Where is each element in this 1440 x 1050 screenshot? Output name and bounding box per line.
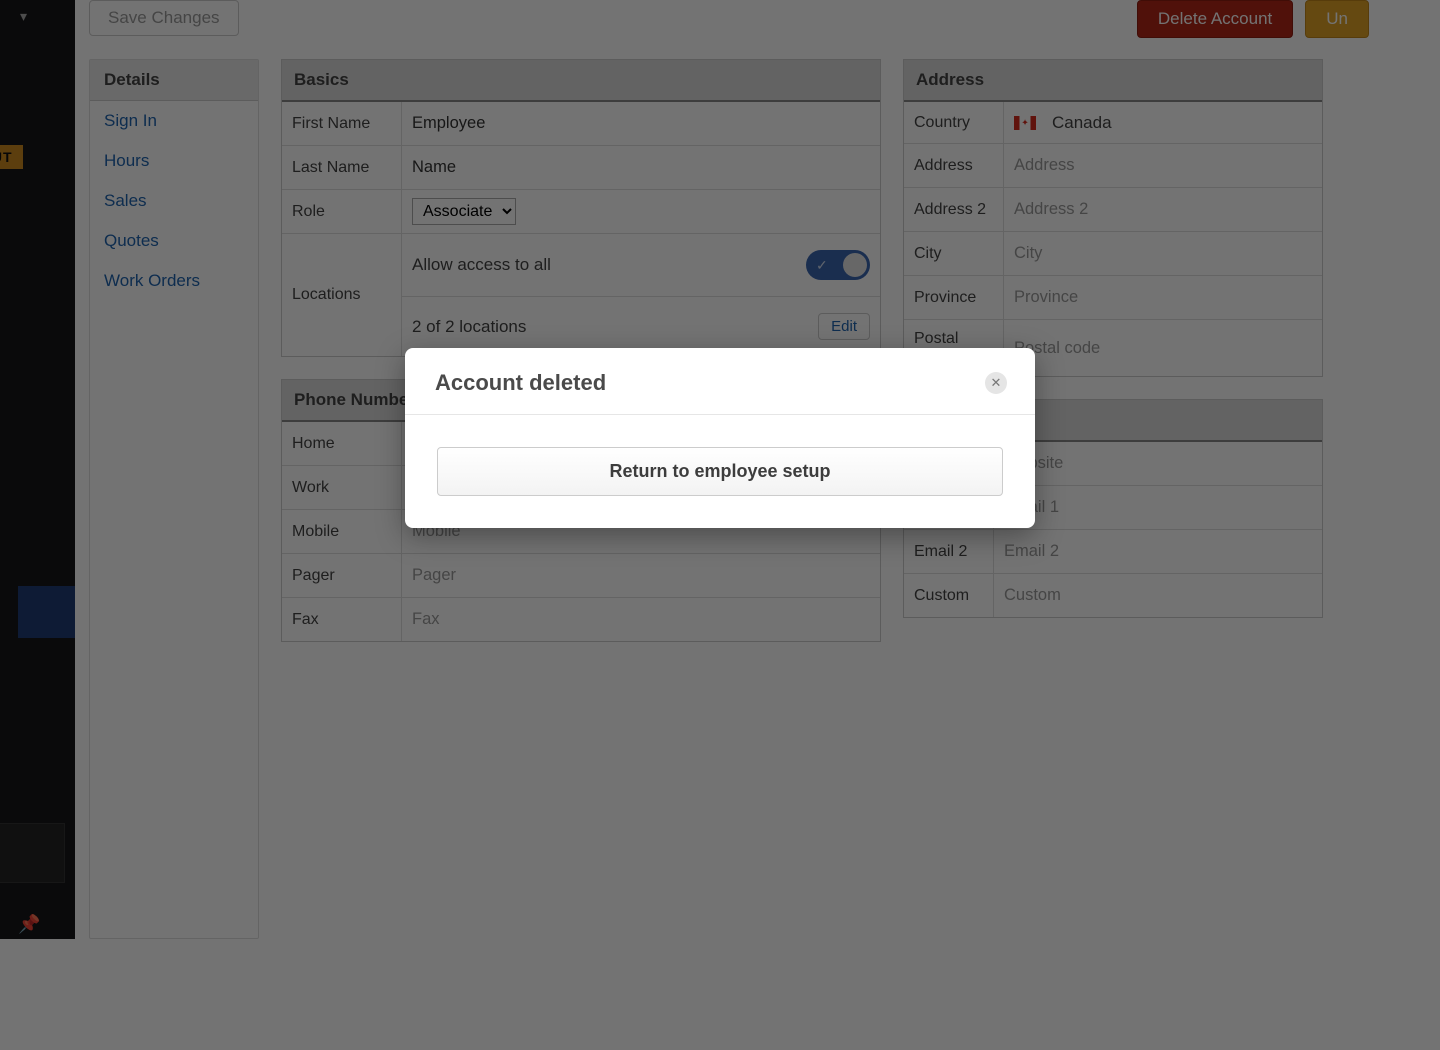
account-deleted-modal: Account deleted ✕ Return to employee set…	[405, 348, 1035, 528]
modal-close-button[interactable]: ✕	[985, 372, 1007, 394]
return-to-employee-setup-button[interactable]: Return to employee setup	[437, 447, 1003, 496]
modal-title: Account deleted	[435, 370, 985, 396]
close-icon: ✕	[991, 375, 1002, 391]
modal-overlay: Account deleted ✕ Return to employee set…	[0, 0, 1440, 1050]
